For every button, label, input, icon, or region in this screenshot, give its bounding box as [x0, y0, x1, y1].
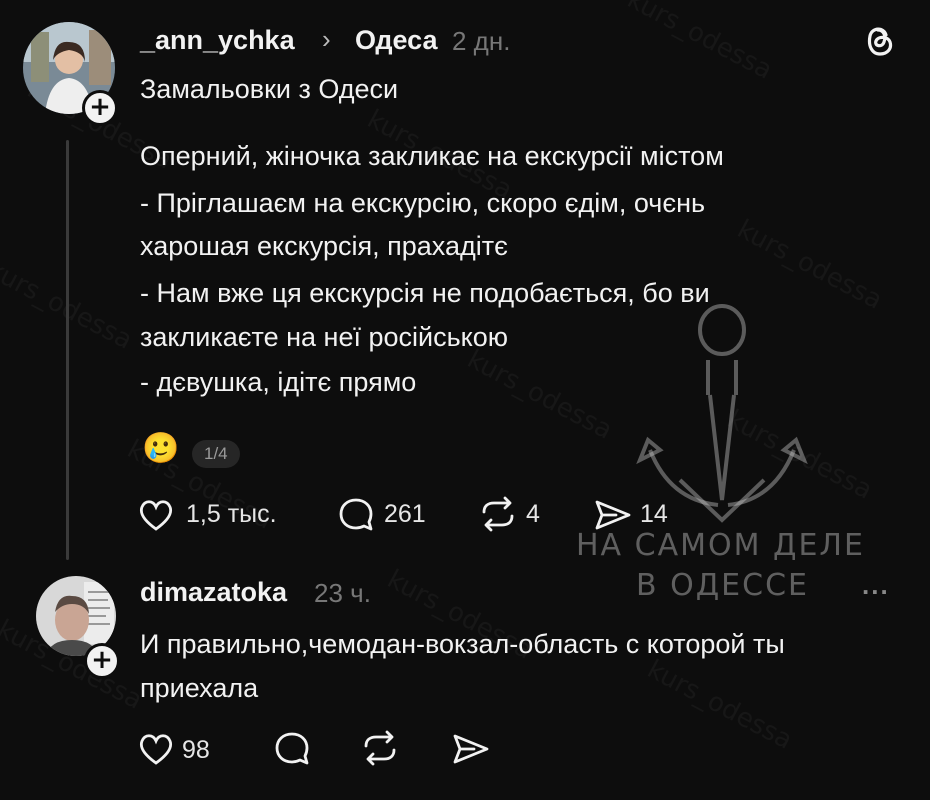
post-line: Оперний, жіночка закликає на екскурсії м…: [140, 141, 724, 171]
watermark-text: kurs_odessa: [462, 344, 617, 445]
post-line: харошая екскурсія, прахадітє: [140, 231, 508, 261]
comment-count[interactable]: 261: [384, 500, 426, 529]
media-page-indicator: 1/4: [192, 440, 240, 468]
comment-icon[interactable]: [338, 496, 374, 532]
post-line: - Пріглашаєм на екскурсію, скоро єдім, о…: [140, 188, 706, 218]
logo-text-line1: НА САМОМ ДЕЛЕ: [576, 528, 865, 563]
reply-username[interactable]: dimazatoka: [140, 577, 287, 608]
repost-count[interactable]: 4: [526, 500, 540, 529]
post-line: закликаєте на неї російською: [140, 322, 509, 352]
emoji-image[interactable]: 🥲: [142, 430, 179, 468]
post-username[interactable]: _ann_ychka: [140, 25, 295, 56]
share-count[interactable]: 14: [640, 500, 668, 529]
watermark-text: kurs_odessa: [642, 654, 797, 755]
more-icon[interactable]: ...: [862, 570, 890, 601]
repost-icon[interactable]: [478, 496, 518, 532]
reply-like-count[interactable]: 98: [182, 736, 210, 765]
repost-icon[interactable]: [360, 730, 400, 766]
watermark-text: kurs_odessa: [732, 214, 887, 315]
share-icon[interactable]: [452, 732, 490, 766]
follow-plus-icon[interactable]: +: [82, 90, 118, 126]
reply-line: приехала: [140, 673, 259, 703]
share-icon[interactable]: [594, 498, 632, 532]
watermark-text: kurs_odessa: [722, 404, 877, 505]
post-line: - Нам вже ця екскурсія не подобається, б…: [140, 278, 710, 308]
comment-icon[interactable]: [274, 730, 310, 766]
thread-line: [66, 140, 69, 560]
reply-time: 23 ч.: [314, 578, 371, 608]
heart-icon[interactable]: [138, 732, 174, 766]
follow-plus-icon[interactable]: +: [84, 643, 120, 679]
like-count[interactable]: 1,5 тыс.: [186, 500, 277, 529]
post-time: 2 дн.: [452, 26, 511, 56]
logo-text-line2: В ОДЕССЕ: [636, 568, 809, 603]
post-title: Замальовки з Одеси: [140, 74, 399, 104]
post-topic[interactable]: Одеса: [355, 25, 438, 56]
watermark-text: kurs_odessa: [622, 0, 777, 86]
chevron-right-icon: ›: [322, 24, 331, 54]
post-line: - дєвушка, ідітє прямо: [140, 367, 417, 397]
reply-line: И правильно,чемодан-вокзал-область с кот…: [140, 629, 785, 659]
heart-icon[interactable]: [138, 498, 174, 532]
threads-logo-icon[interactable]: [862, 22, 896, 58]
anchor-logo-watermark: НА САМОМ ДЕЛЕ В ОДЕССЕ: [570, 300, 890, 610]
